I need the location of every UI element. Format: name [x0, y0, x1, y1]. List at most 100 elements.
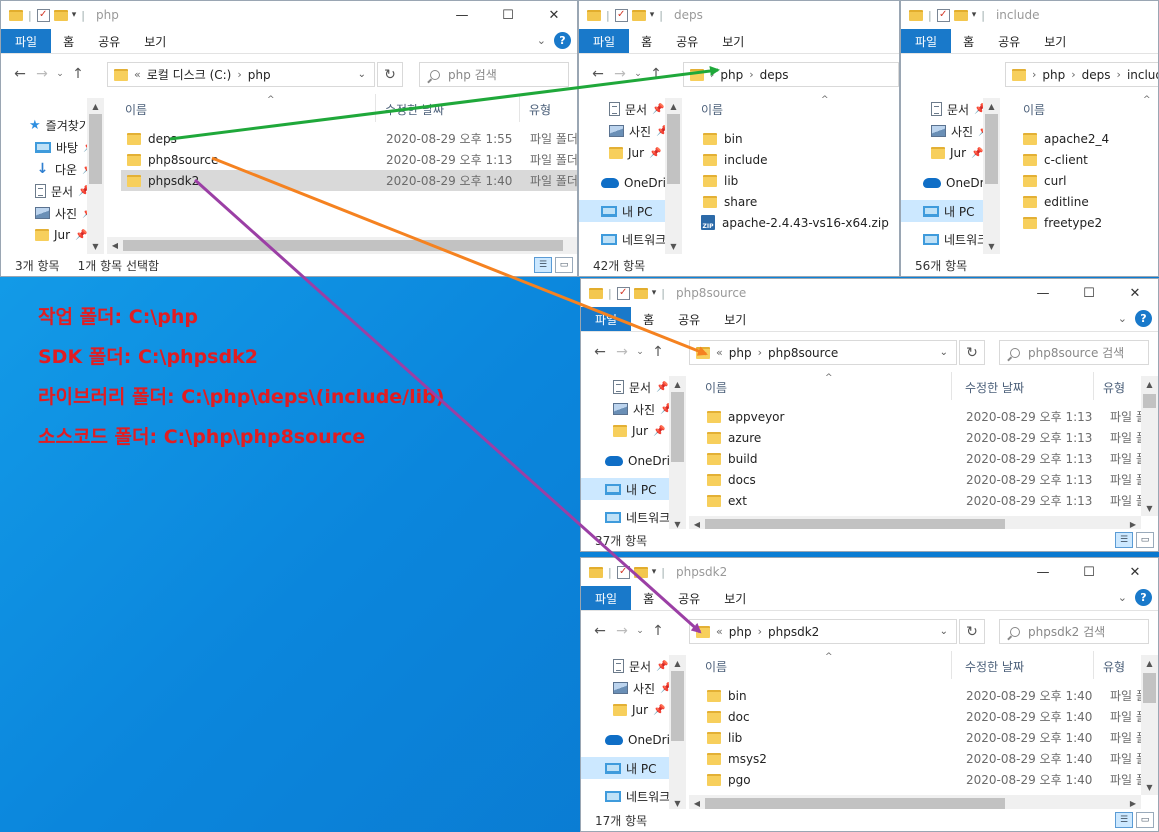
up-arrow-icon[interactable]: ↑	[645, 66, 667, 82]
minimize-button[interactable]: —	[1020, 279, 1066, 307]
forward-arrow-icon[interactable]: →	[611, 344, 633, 360]
customize-toolbar-icon[interactable]: ▾	[652, 567, 657, 577]
tab-share[interactable]: 공유	[666, 586, 712, 610]
file-row[interactable]: msys22020-08-29 오후 1:40파일 폴더	[689, 748, 1141, 769]
file-row[interactable]: editline	[1005, 191, 1158, 212]
nav-item-this-pc[interactable]: 내 PC	[579, 200, 669, 222]
minimize-button[interactable]: —	[1020, 558, 1066, 586]
close-button[interactable]: ✕	[1112, 279, 1158, 307]
nav-item-onedrive[interactable]: OneDrive	[901, 172, 991, 194]
expand-ribbon-icon[interactable]: ⌄	[1118, 312, 1127, 325]
breadcrumb-item[interactable]: php	[1042, 68, 1065, 82]
nav-item-this-pc[interactable]: 내 PC	[901, 200, 991, 222]
nav-scrollbar[interactable]: ▲ ▼	[665, 98, 682, 254]
nav-item-documents[interactable]: 문서 📌	[581, 376, 673, 398]
nav-item-folder[interactable]: Jur 📌	[581, 699, 673, 721]
column-modified[interactable]: 수정한 날짜	[385, 101, 444, 118]
breadcrumb-item[interactable]: php	[729, 625, 752, 639]
large-icons-view-icon[interactable]: ▭	[1136, 532, 1154, 548]
file-row[interactable]: c-client	[1005, 149, 1158, 170]
nav-item-documents[interactable]: 문서 📌	[901, 98, 991, 120]
refresh-button[interactable]: ↻	[959, 619, 985, 644]
tab-file[interactable]: 파일	[901, 29, 952, 53]
nav-item-documents[interactable]: 문서 📌	[579, 98, 669, 120]
expand-ribbon-icon[interactable]: ⌄	[1118, 591, 1127, 604]
nav-item-this-pc[interactable]: 내 PC	[581, 757, 673, 779]
up-arrow-icon[interactable]: ↑	[647, 344, 669, 360]
nav-item-documents[interactable]: 문서 📌	[581, 655, 673, 677]
nav-item-pictures[interactable]: 사진📌	[581, 398, 673, 420]
nav-item-pictures[interactable]: 사진📌	[581, 677, 673, 699]
customize-toolbar-icon[interactable]: ▾	[652, 288, 657, 298]
tab-share[interactable]: 공유	[664, 29, 710, 53]
back-arrow-icon[interactable]: ←	[589, 623, 611, 639]
breadcrumb-item[interactable]: php	[720, 68, 743, 82]
customize-toolbar-icon[interactable]: ▾	[72, 10, 77, 20]
nav-item-this-pc[interactable]: 내 PC	[581, 478, 673, 500]
breadcrumb-item[interactable]: deps	[1082, 68, 1111, 82]
breadcrumb-item[interactable]: php	[248, 68, 271, 82]
address-bar[interactable]: › php › deps	[683, 62, 899, 87]
refresh-button[interactable]: ↻	[377, 62, 403, 87]
breadcrumb-item[interactable]: php8source	[768, 346, 838, 360]
nav-scrollbar[interactable]: ▲ ▼	[669, 376, 686, 532]
breadcrumb-item[interactable]: 로컬 디스크 (C:)	[147, 66, 232, 83]
file-row[interactable]: azure2020-08-29 오후 1:13파일 폴더	[689, 427, 1141, 448]
tab-file[interactable]: 파일	[1, 29, 52, 53]
nav-item-network[interactable]: 네트워크	[581, 506, 673, 528]
breadcrumb-item[interactable]: include	[1127, 68, 1158, 82]
nav-item-network[interactable]: 네트워크	[901, 228, 991, 250]
new-folder-icon[interactable]	[53, 9, 68, 21]
tab-file[interactable]: 파일	[581, 307, 632, 331]
file-row[interactable]: lib2020-08-29 오후 1:40파일 폴더	[689, 727, 1141, 748]
file-row[interactable]: php8source 2020-08-29 오후 1:13 파일 폴더	[107, 149, 577, 170]
breadcrumb-item[interactable]: deps	[760, 68, 789, 82]
nav-scrollbar[interactable]: ▲ ▼	[87, 98, 104, 254]
breadcrumb-item[interactable]: php	[729, 346, 752, 360]
nav-scrollbar[interactable]: ▲ ▼	[669, 655, 686, 811]
close-button[interactable]: ✕	[531, 1, 577, 29]
column-name[interactable]: 이름	[125, 101, 147, 118]
new-folder-icon[interactable]	[633, 566, 648, 578]
file-row[interactable]: curl	[1005, 170, 1158, 191]
tab-view[interactable]: 보기	[710, 29, 756, 53]
properties-icon[interactable]: ✓	[616, 565, 630, 579]
file-row[interactable]: build2020-08-29 오후 1:13파일 폴더	[689, 448, 1141, 469]
tab-home[interactable]: 홈	[631, 586, 666, 610]
up-arrow-icon[interactable]: ↑	[647, 623, 669, 639]
file-row[interactable]: deps 2020-08-29 오후 1:55 파일 폴더	[107, 128, 577, 149]
tab-home[interactable]: 홈	[51, 29, 86, 53]
maximize-button[interactable]: ☐	[485, 1, 531, 29]
tab-home[interactable]: 홈	[631, 307, 666, 331]
file-row[interactable]: ext2020-08-29 오후 1:13파일 폴더	[689, 490, 1141, 511]
title-bar[interactable]: | ✓ ▾ | php8source — ☐ ✕	[581, 279, 1158, 307]
file-row-selected[interactable]: phpsdk2 2020-08-29 오후 1:40 파일 폴더	[121, 170, 577, 191]
back-arrow-icon[interactable]: ←	[587, 66, 609, 82]
address-bar[interactable]: « php › php8source ⌄	[689, 340, 957, 365]
properties-icon[interactable]: ✓	[614, 8, 628, 22]
title-bar[interactable]: | ✓ ▾ | phpsdk2 — ☐ ✕	[581, 558, 1158, 586]
title-bar[interactable]: | ✓ ▾ | php — ☐ ✕	[1, 1, 577, 29]
customize-toolbar-icon[interactable]: ▾	[650, 10, 655, 20]
nav-item-pictures[interactable]: 사진📌	[579, 120, 669, 142]
file-row[interactable]: bin2020-08-29 오후 1:40파일 폴더	[689, 685, 1141, 706]
file-row[interactable]: share	[683, 191, 899, 212]
address-bar[interactable]: › php › deps › include	[1005, 62, 1158, 87]
properties-icon[interactable]: ✓	[36, 8, 50, 22]
properties-icon[interactable]: ✓	[936, 8, 950, 22]
column-name[interactable]: 이름	[705, 379, 727, 396]
nav-item-network[interactable]: 네트워크	[581, 785, 673, 807]
nav-item-network[interactable]: 네트워크	[579, 228, 669, 250]
help-icon[interactable]: ?	[1135, 310, 1152, 327]
nav-scrollbar[interactable]: ▲ ▼	[983, 98, 1000, 254]
column-type[interactable]: 유형	[529, 101, 551, 118]
recent-locations-icon[interactable]: ⌄	[53, 69, 67, 79]
large-icons-view-icon[interactable]: ▭	[555, 257, 573, 273]
recent-locations-icon[interactable]: ⌄	[633, 626, 647, 636]
back-arrow-icon[interactable]: ←	[9, 66, 31, 82]
maximize-button[interactable]: ☐	[1066, 279, 1112, 307]
tab-share[interactable]: 공유	[986, 29, 1032, 53]
forward-arrow-icon[interactable]: →	[31, 66, 53, 82]
forward-arrow-icon[interactable]: →	[609, 66, 631, 82]
tab-view[interactable]: 보기	[132, 29, 178, 53]
